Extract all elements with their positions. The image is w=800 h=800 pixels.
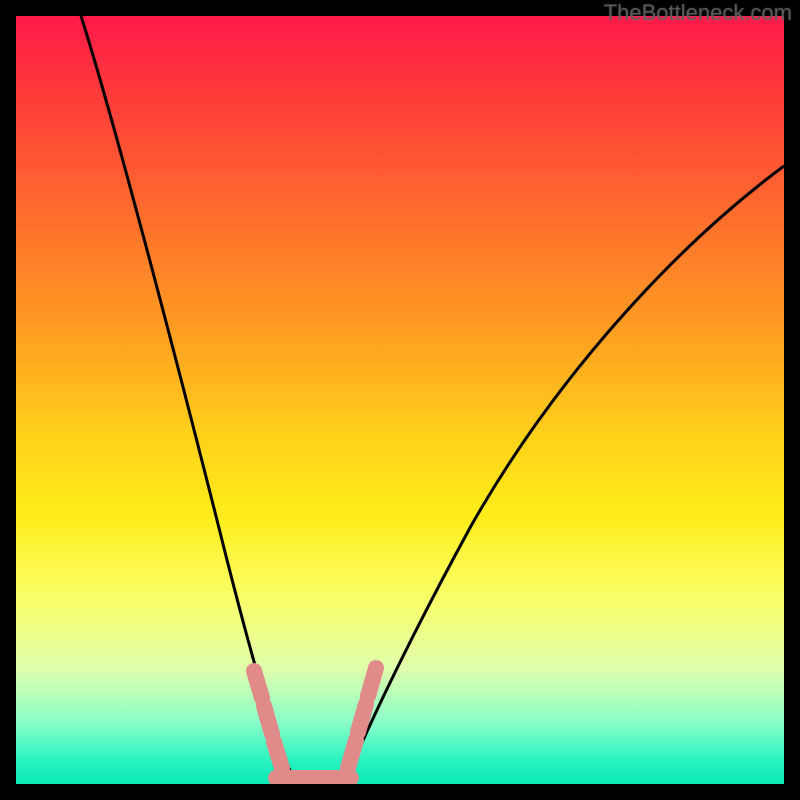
curve-left	[81, 16, 294, 780]
curve-overlay	[16, 16, 784, 784]
watermark-text: TheBottleneck.com	[604, 0, 792, 26]
marker-group-left	[254, 671, 282, 768]
curve-right	[346, 166, 784, 780]
